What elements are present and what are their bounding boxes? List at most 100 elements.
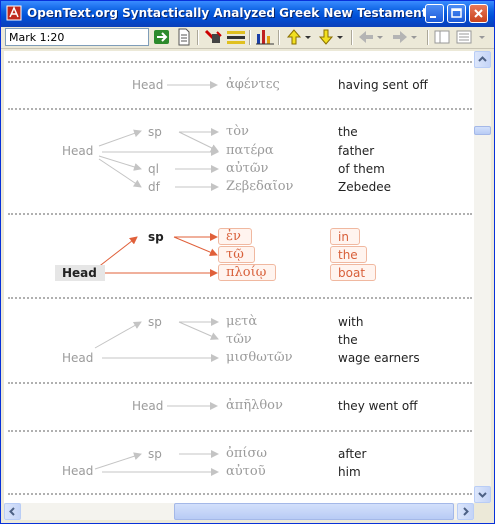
greek-word[interactable]: ἐν <box>226 229 241 244</box>
document-icon <box>178 28 190 46</box>
head-label: Head <box>62 144 94 158</box>
bar-chart-icon <box>256 30 274 45</box>
arrow-up-icon <box>286 29 311 45</box>
english-gloss: after <box>338 447 367 461</box>
scroll-left-button[interactable] <box>4 503 21 520</box>
toolbar <box>1 27 494 49</box>
greek-word[interactable]: ἀφέντες <box>226 77 280 92</box>
toolbar-separator <box>249 30 251 45</box>
forward-button[interactable] <box>391 28 419 47</box>
toolbar-separator <box>197 30 199 45</box>
head-label: Head <box>132 78 164 92</box>
greek-word[interactable]: Ζεβεδαῖον <box>226 179 293 194</box>
relation-label: sp <box>148 230 164 244</box>
marker-icon <box>204 29 222 43</box>
english-gloss: Zebedee <box>338 180 391 194</box>
horizontal-scrollbar[interactable] <box>4 503 474 520</box>
arrow-right-icon <box>393 31 417 43</box>
arrow-left-icon <box>359 31 383 43</box>
relation-label: ql <box>148 162 159 176</box>
relation-label: df <box>148 180 160 194</box>
minimize-icon <box>430 16 436 18</box>
vertical-scroll-thumb[interactable] <box>474 126 491 135</box>
group-divider <box>8 297 472 299</box>
english-gloss: of them <box>338 162 385 176</box>
document-button[interactable] <box>176 28 192 47</box>
greek-word[interactable]: πατέρα <box>226 143 274 158</box>
chevron-down-icon <box>478 492 487 498</box>
english-gloss: they went off <box>338 399 418 413</box>
greek-word[interactable]: τῷ <box>226 247 244 262</box>
lines-icon <box>227 31 245 44</box>
english-gloss: the <box>338 248 358 262</box>
head-label: Head <box>62 464 94 478</box>
toolbar-separator <box>351 30 353 45</box>
group-divider <box>8 213 472 215</box>
app-icon <box>6 5 22 21</box>
relation-label: sp <box>148 315 162 329</box>
up-button[interactable] <box>285 28 313 47</box>
highlight-off-button[interactable] <box>203 28 223 47</box>
vertical-scrollbar[interactable] <box>474 51 491 503</box>
minimize-button[interactable] <box>425 4 444 23</box>
greek-word[interactable]: τῶν <box>226 332 252 347</box>
english-gloss: in <box>338 230 349 244</box>
go-button[interactable] <box>153 28 171 47</box>
english-gloss: boat <box>338 266 366 280</box>
group-divider <box>8 108 472 110</box>
relation-label: sp <box>148 125 162 139</box>
title-bar[interactable]: OpenText.org Syntactically Analyzed Gree… <box>1 1 494 27</box>
go-arrow-icon <box>154 30 169 44</box>
english-gloss: him <box>338 465 361 479</box>
greek-word[interactable]: ὀπίσω <box>226 446 267 461</box>
layout-button[interactable] <box>433 28 451 47</box>
view-options-button[interactable] <box>455 28 489 47</box>
word-group-view[interactable]: Head ἀφέντες having sent off Head sp τὸν… <box>4 51 474 503</box>
head-label: Head <box>62 351 94 365</box>
scroll-down-button[interactable] <box>474 486 491 503</box>
group-divider <box>8 430 472 432</box>
toolbar-separator <box>427 30 429 45</box>
chevron-right-icon <box>463 507 469 516</box>
english-gloss: the <box>338 125 358 139</box>
english-gloss: having sent off <box>338 78 428 92</box>
window-title: OpenText.org Syntactically Analyzed Gree… <box>27 6 437 20</box>
close-button[interactable] <box>469 4 488 23</box>
chart-button[interactable] <box>255 28 275 47</box>
scrollbar-corner <box>474 503 491 520</box>
scroll-up-button[interactable] <box>474 51 491 68</box>
english-gloss: with <box>338 315 364 329</box>
relation-label: sp <box>148 447 162 461</box>
greek-word[interactable]: αὐτῶν <box>226 161 268 176</box>
greek-word[interactable]: πλοίῳ <box>226 265 266 280</box>
toolbar-separator <box>278 30 280 45</box>
english-gloss: the <box>338 333 358 347</box>
greek-word[interactable]: αὐτοῦ <box>226 464 266 479</box>
chevron-left-icon <box>9 507 15 516</box>
lines-button[interactable] <box>226 28 246 47</box>
english-gloss: wage earners <box>338 351 420 365</box>
chevron-up-icon <box>478 56 487 62</box>
greek-word[interactable]: μισθωτῶν <box>226 350 293 365</box>
greek-word[interactable]: μετὰ <box>226 314 257 329</box>
group-divider <box>8 61 472 63</box>
group-divider <box>8 382 472 384</box>
head-label: Head <box>62 266 97 280</box>
greek-word[interactable]: ἀπῆλθον <box>226 398 283 413</box>
maximize-icon <box>451 8 462 18</box>
english-gloss: father <box>338 144 375 158</box>
maximize-button[interactable] <box>447 4 466 23</box>
head-label: Head <box>132 399 164 413</box>
app-window: OpenText.org Syntactically Analyzed Gree… <box>0 0 495 524</box>
back-button[interactable] <box>357 28 385 47</box>
arrow-down-icon <box>318 29 343 45</box>
view-list-icon <box>456 30 485 44</box>
horizontal-scroll-thumb[interactable] <box>174 503 454 520</box>
reference-input[interactable] <box>5 28 149 46</box>
scroll-right-button[interactable] <box>457 503 474 520</box>
layout-icon <box>434 30 450 44</box>
group-divider <box>8 493 472 495</box>
down-button[interactable] <box>317 28 345 47</box>
close-icon <box>474 9 483 18</box>
greek-word[interactable]: τὸν <box>226 124 249 139</box>
